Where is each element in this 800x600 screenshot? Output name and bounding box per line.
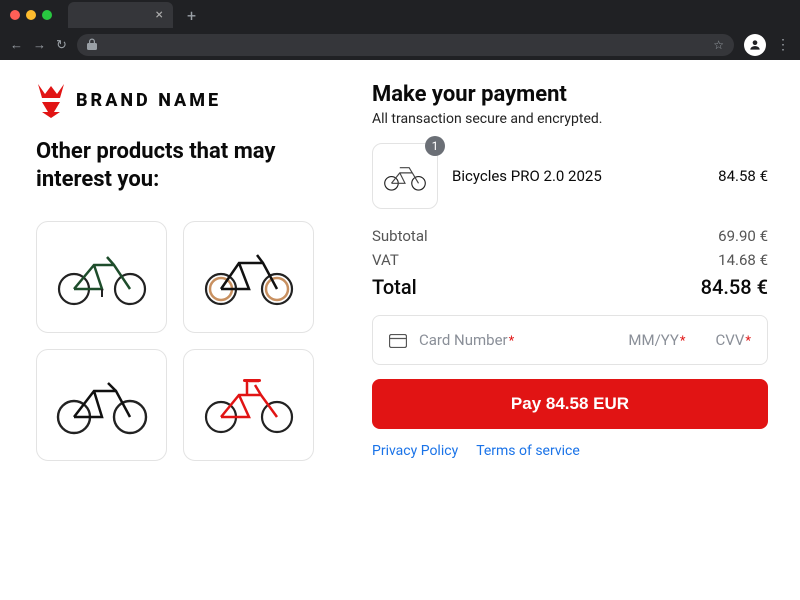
subtotal-label: Subtotal xyxy=(372,227,428,245)
vat-label: VAT xyxy=(372,251,399,269)
reload-icon[interactable]: ↻ xyxy=(56,38,67,53)
vat-value: 14.68 € xyxy=(718,251,768,269)
menu-icon[interactable]: ⋮ xyxy=(776,37,790,53)
card-number-placeholder: Card Number xyxy=(419,331,508,349)
bike-icon xyxy=(199,247,299,307)
close-tab-icon[interactable]: × xyxy=(156,7,163,23)
subtotal-value: 69.90 € xyxy=(718,227,768,245)
card-cvv-placeholder: CVV xyxy=(716,331,745,349)
forward-icon[interactable]: → xyxy=(33,37,46,53)
brand-logo[interactable]: BRAND NAME xyxy=(36,82,314,118)
product-card[interactable] xyxy=(183,221,314,333)
required-mark: * xyxy=(680,334,686,349)
product-card[interactable] xyxy=(36,221,167,333)
address-bar[interactable]: ☆ xyxy=(77,34,734,56)
bookmark-icon[interactable]: ☆ xyxy=(713,38,724,52)
bike-icon xyxy=(379,159,431,193)
item-price: 84.58 € xyxy=(718,167,768,185)
card-number-field[interactable]: Card Number* xyxy=(419,331,616,349)
required-mark: * xyxy=(509,334,515,349)
item-name: Bicycles PRO 2.0 2025 xyxy=(452,167,704,185)
total-row: Total 84.58 € xyxy=(372,275,768,299)
credit-card-icon xyxy=(389,333,407,347)
minimize-window-dot[interactable] xyxy=(26,10,36,20)
brand-name: BRAND NAME xyxy=(76,90,221,111)
subtotal-row: Subtotal 69.90 € xyxy=(372,227,768,245)
bike-icon xyxy=(52,375,152,435)
card-expiry-field[interactable]: MM/YY* xyxy=(628,331,685,349)
card-input-group[interactable]: Card Number* MM/YY* CVV* xyxy=(372,315,768,365)
item-thumbnail: 1 xyxy=(372,143,438,209)
required-mark: * xyxy=(745,334,751,349)
cart-item: 1 Bicycles PRO 2.0 2025 84.58 € xyxy=(372,143,768,209)
crown-icon xyxy=(36,82,66,118)
other-products-heading: Other products that may interest you: xyxy=(36,138,314,193)
payment-title: Make your payment xyxy=(372,82,768,107)
maximize-window-dot[interactable] xyxy=(42,10,52,20)
address-row: ← → ↻ ☆ ⋮ xyxy=(0,30,800,60)
new-tab-button[interactable]: + xyxy=(187,6,196,25)
total-label: Total xyxy=(372,275,417,299)
bike-icon xyxy=(52,247,152,307)
payment-subtitle: All transaction secure and encrypted. xyxy=(372,111,768,127)
product-card[interactable] xyxy=(183,349,314,461)
lock-icon xyxy=(87,38,97,53)
tab-row: × + xyxy=(0,0,800,30)
back-icon[interactable]: ← xyxy=(10,37,23,53)
pay-button[interactable]: Pay 84.58 EUR xyxy=(372,379,768,429)
quantity-badge: 1 xyxy=(425,136,445,156)
product-card[interactable] xyxy=(36,349,167,461)
total-value: 84.58 € xyxy=(701,275,768,299)
close-window-dot[interactable] xyxy=(10,10,20,20)
browser-tab[interactable]: × xyxy=(68,2,173,28)
vat-row: VAT 14.68 € xyxy=(372,251,768,269)
terms-of-service-link[interactable]: Terms of service xyxy=(476,443,580,459)
card-expiry-placeholder: MM/YY xyxy=(628,331,679,349)
browser-chrome: × + ← → ↻ ☆ ⋮ xyxy=(0,0,800,60)
legal-links: Privacy Policy Terms of service xyxy=(372,443,768,459)
card-cvv-field[interactable]: CVV* xyxy=(716,331,751,349)
product-grid xyxy=(36,221,314,461)
profile-avatar[interactable] xyxy=(744,34,766,56)
privacy-policy-link[interactable]: Privacy Policy xyxy=(372,443,458,459)
bike-icon xyxy=(199,375,299,435)
